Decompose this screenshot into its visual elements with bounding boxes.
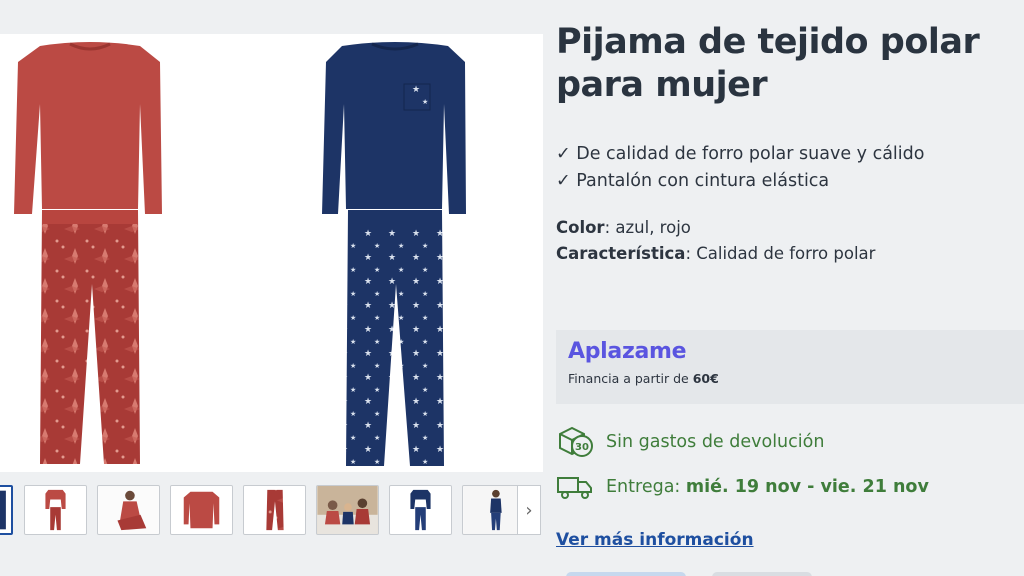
delivery-label: Entrega: (606, 477, 686, 497)
financing-prefix: Financia a partir de (568, 371, 693, 386)
financing-text: Financia a partir de 60€ (568, 371, 719, 386)
returns-days-badge: 30 (575, 442, 589, 453)
red-pajama-pants (40, 210, 140, 464)
pajama-sets-illustration: ★ ★ (14, 42, 466, 466)
financing-box[interactable]: Aplazame Financia a partir de 60€ (556, 330, 1024, 404)
feature-item: De calidad de forro polar suave y cálido (556, 141, 924, 168)
thumbnail-red-pajama-set[interactable] (24, 485, 87, 535)
feature-item: Pantalón con cintura elástica (556, 168, 924, 195)
thumbnail-strip: › (0, 485, 545, 537)
free-returns-text: Sin gastos de devolución (606, 432, 825, 452)
product-title: Pijama de tejido polar para mujer (556, 22, 980, 105)
navy-pajama-pants (346, 210, 444, 466)
navy-pajama-top (322, 42, 466, 214)
thumbnail-next-arrow[interactable]: › (517, 485, 541, 535)
thumbnail-woman-navy-pajama[interactable] (462, 485, 525, 535)
delivery-text: Entrega: mié. 19 nov - vie. 21 nov (606, 477, 929, 497)
main-product-image[interactable]: ★ ★ (0, 34, 543, 472)
delivery-truck-icon (557, 477, 592, 499)
thumbnail-woman-red-pajama[interactable] (97, 485, 160, 535)
feature-list: De calidad de forro polar suave y cálido… (556, 141, 924, 195)
thumbnail-red-pants[interactable] (243, 485, 306, 535)
spec-color-value: : azul, rojo (604, 218, 691, 237)
delivery-row: Entrega: mié. 19 nov - vie. 21 nov (556, 472, 929, 502)
thumbnail-red-top[interactable] (170, 485, 233, 535)
red-pajama-top (14, 42, 162, 214)
spec-feature: Característica: Calidad de forro polar (556, 244, 875, 263)
free-returns-row: 30 Sin gastos de devolución (556, 424, 824, 460)
more-info-link[interactable]: Ver más información (556, 530, 754, 550)
thumbnail-navy-pajama-partial[interactable] (0, 485, 13, 535)
primary-action-button-partial[interactable] (566, 572, 686, 576)
secondary-action-button-partial[interactable] (712, 572, 812, 576)
aplazame-logo: Aplazame (568, 339, 687, 364)
thumbnail-family-photo[interactable] (316, 485, 379, 535)
spec-color: Color: azul, rojo (556, 218, 691, 237)
spec-color-label: Color (556, 218, 605, 237)
thumbnail-navy-pajama-set[interactable] (389, 485, 452, 535)
financing-amount: 60€ (692, 371, 719, 386)
spec-feature-value: : Calidad de forro polar (685, 244, 876, 263)
delivery-dates: mié. 19 nov - vie. 21 nov (685, 477, 929, 497)
return-box-icon: 30 (559, 426, 593, 457)
spec-feature-label: Característica (556, 244, 686, 263)
